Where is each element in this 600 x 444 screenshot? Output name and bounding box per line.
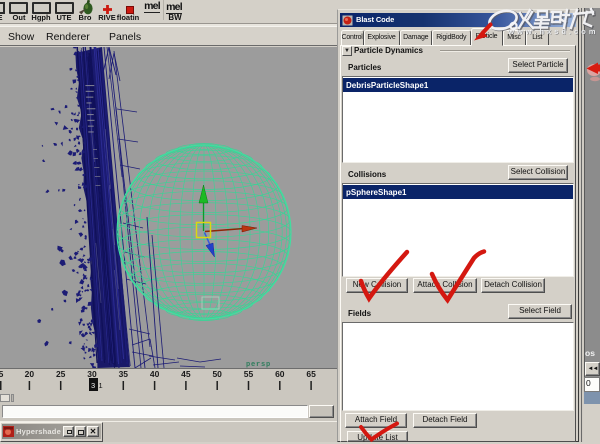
svg-text:20: 20 — [25, 369, 35, 379]
svg-text:3: 3 — [91, 381, 95, 390]
svg-text:55: 55 — [244, 369, 254, 379]
svg-text:40: 40 — [150, 369, 160, 379]
svg-text:65: 65 — [306, 369, 316, 379]
svg-text:35: 35 — [119, 369, 129, 379]
svg-text:50: 50 — [212, 369, 222, 379]
svg-text:persp: persp — [246, 361, 271, 368]
svg-text:5: 5 — [0, 369, 4, 379]
svg-text:30: 30 — [87, 369, 97, 379]
svg-text:25: 25 — [56, 369, 66, 379]
svg-text:45: 45 — [181, 369, 191, 379]
svg-text:60: 60 — [275, 369, 285, 379]
svg-text:1: 1 — [99, 381, 103, 390]
